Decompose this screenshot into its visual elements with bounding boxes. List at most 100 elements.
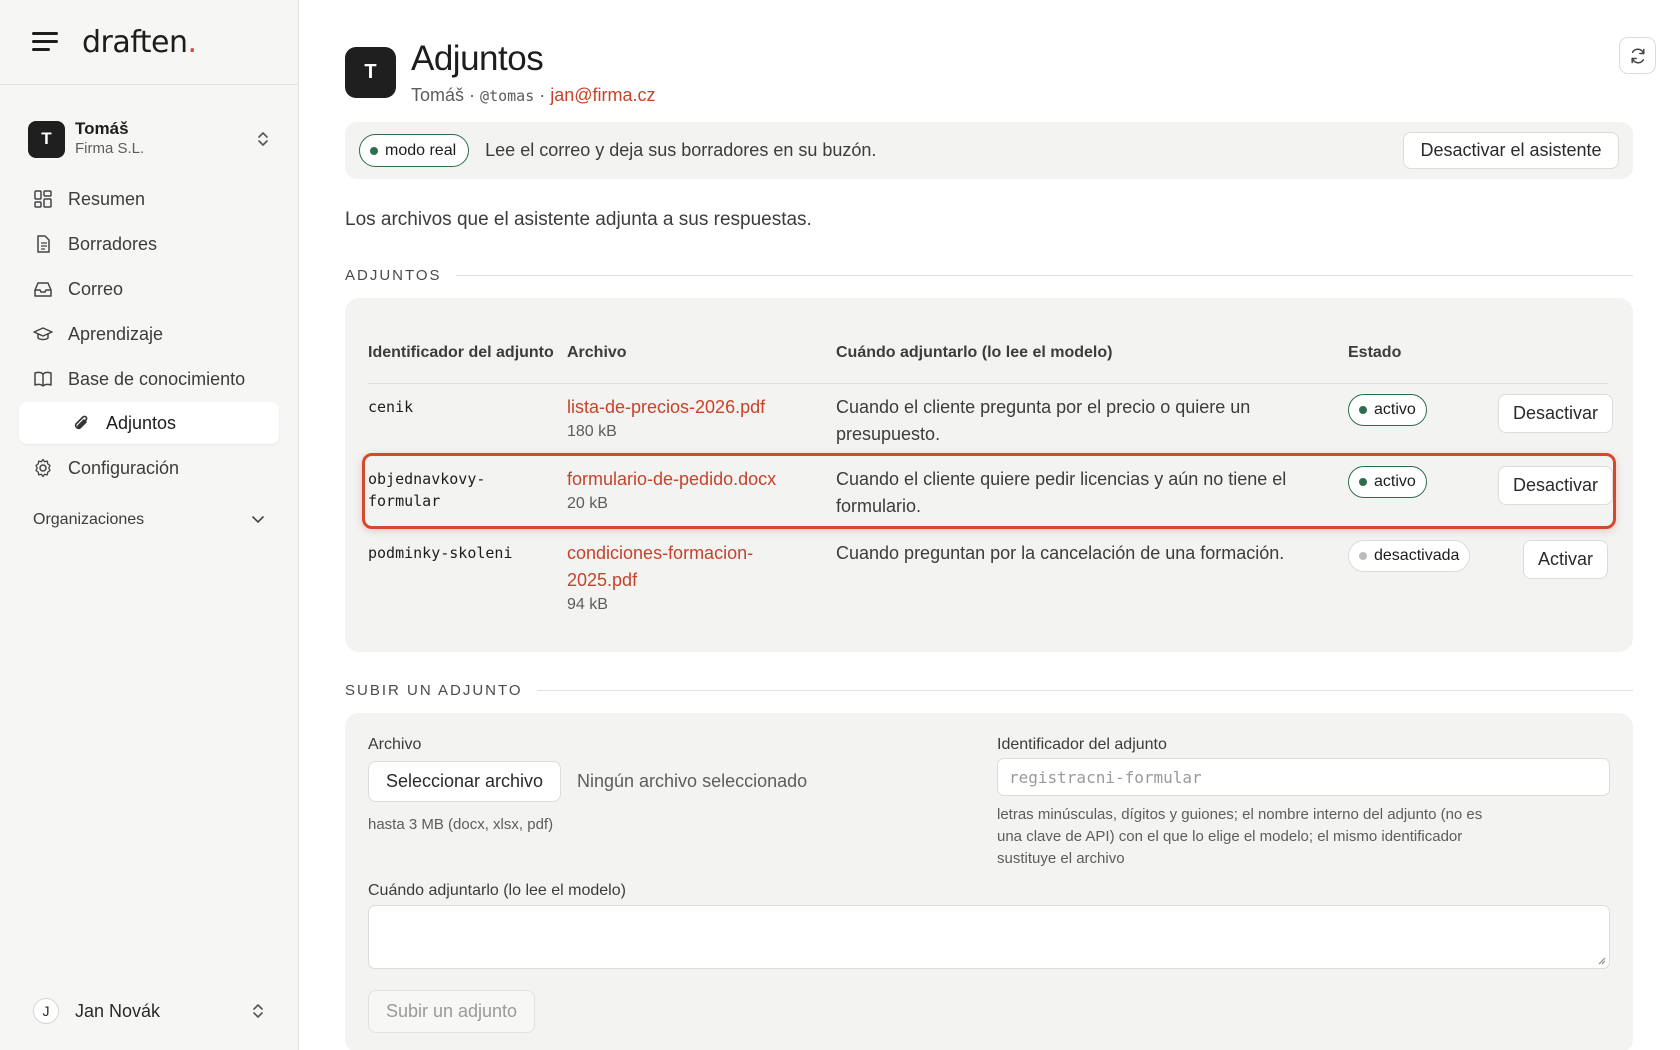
inbox-icon [34,282,52,297]
sidebar: draften. T Tomáš Firma S.L. Resumen Borr… [0,0,299,1050]
file-size: 180 kB [567,423,617,440]
refresh-button[interactable] [1619,37,1656,74]
file-link[interactable]: condiciones-formacion-2025.pdf [567,540,777,594]
activate-button[interactable]: Activar [1522,540,1608,579]
attach-condition: Cuando el cliente quiere pedir licencias… [836,469,1287,516]
avatar: T [345,47,396,98]
status-dot [370,146,378,155]
logo: draften. [82,24,197,60]
file-link[interactable]: lista-de-precios-2026.pdf [567,394,836,421]
gear-icon [35,458,51,478]
column-header-file: Archivo [567,343,627,361]
sidebar-item-label: Borradores [68,233,158,254]
attach-condition: Cuando el cliente pregunta por el precio… [836,397,1251,444]
upload-section-header: SUBIR UN ADJUNTO [345,682,1633,699]
app-window: draften. T Tomáš Firma S.L. Resumen Borr… [0,0,1680,1050]
menu-icon[interactable] [32,32,58,52]
status-badge: desactivada [1348,540,1471,572]
banner-text: Lee el correo y deja sus borradores en s… [485,140,877,160]
chevron-down-icon [252,516,264,524]
sidebar-item-label: Adjuntos [106,412,177,433]
org-company: Firma S.L. [75,140,145,157]
document-icon [37,235,50,253]
user-switcher[interactable]: J Jan Novák [33,996,265,1026]
sidebar-item-adjuntos[interactable]: Adjuntos [19,402,279,444]
table-row: podminky-skoleni condiciones-formacion-2… [368,530,1608,630]
sidebar-nav: Resumen Borradores Correo Aprendizaje Ba… [0,177,298,490]
divider [536,690,1633,691]
graduation-cap-icon [33,327,53,341]
deactivate-button[interactable]: Desactivar [1498,466,1614,505]
column-header-ident: Identificador del adjunto [368,343,554,361]
dashboard-icon [34,190,52,208]
submit-upload-button[interactable]: Subir un adjunto [368,990,535,1033]
sidebar-item-base-conocimiento[interactable]: Base de conocimiento [19,357,279,401]
attachment-ident: podminky-skoleni [368,544,513,562]
when-label: Cuándo adjuntarlo (lo lee el modelo) [368,882,626,899]
file-size: 94 kB [567,596,608,613]
sidebar-item-aprendizaje[interactable]: Aprendizaje [19,312,279,356]
deactivate-assistant-button[interactable]: Desactivar el asistente [1403,132,1619,169]
attachment-ident: cenik [368,398,414,416]
org-switcher[interactable]: T Tomáš Firma S.L. [0,117,298,161]
page-title: Adjuntos [411,39,544,78]
divider [455,275,1633,276]
table-row: objednavkovy-formular formulario-de-pedi… [362,453,1616,530]
org-name: Tomáš [75,119,129,138]
section-title: SUBIR UN ADJUNTO [345,682,523,699]
organizations-section-toggle[interactable]: Organizaciones [0,508,298,532]
separator: · [539,85,546,105]
sidebar-item-borradores[interactable]: Borradores [19,222,279,266]
chevron-up-down-icon [253,1004,263,1018]
attachments-section-header: ADJUNTOS [345,267,1633,284]
table-row: cenik lista-de-precios-2026.pdf 180 kB C… [368,384,1614,456]
ident-input[interactable]: registracni-formular [997,758,1610,796]
section-label: Organizaciones [33,511,145,528]
sidebar-item-label: Base de conocimiento [68,368,246,389]
table-header: Identificador del adjunto Archivo Cuándo… [368,322,1608,384]
status-badge: activo [1348,466,1427,498]
refresh-icon [1630,48,1645,63]
sidebar-item-correo[interactable]: Correo [19,267,279,311]
select-file-button[interactable]: Seleccionar archivo [368,761,561,802]
assistant-status-banner: modo real Lee el correo y deja sus borra… [345,122,1633,179]
deactivate-button[interactable]: Desactivar [1498,394,1614,433]
account-name: Tomáš [411,85,465,105]
sidebar-item-label: Aprendizaje [68,323,164,344]
section-title: ADJUNTOS [345,267,442,284]
account-email[interactable]: jan@firma.cz [550,85,655,105]
column-header-status: Estado [1348,343,1402,361]
sidebar-item-resumen[interactable]: Resumen [19,177,279,221]
paperclip-icon [74,415,88,430]
when-textarea[interactable] [368,905,1610,969]
selected-file-text: Ningún archivo seleccionado [577,771,808,791]
ident-label: Identificador del adjunto [997,736,1167,753]
book-icon [34,371,52,387]
sidebar-item-label: Resumen [68,188,146,209]
status-badge: activo [1348,394,1427,426]
attachments-card: Identificador del adjunto Archivo Cuándo… [345,298,1633,652]
page-header: T Adjuntos Tomáš · @tomas · jan@firma.cz [345,0,1680,107]
brand-bar: draften. [0,0,298,85]
resize-handle-icon[interactable] [1596,955,1606,965]
file-link[interactable]: formulario-de-pedido.docx [567,466,836,493]
chevron-up-down-icon [258,132,268,146]
separator: · [469,85,476,105]
mode-label: modo real [385,141,457,159]
mode-badge: modo real [359,134,470,167]
file-hint: hasta 3 MB (docx, xlsx, pdf) [368,816,554,833]
sidebar-item-label: Configuración [68,457,180,478]
page-description: Los archivos que el asistente adjunta a … [345,209,812,230]
upload-form: Archivo Seleccionar archivo Ningún archi… [345,713,1633,1050]
account-meta: Tomáš · @tomas · jan@firma.cz [411,84,656,107]
sidebar-item-label: Correo [68,278,124,299]
org-avatar: T [28,120,65,158]
user-name: Jan Novák [75,1000,161,1021]
attachments-table: Identificador del adjunto Archivo Cuándo… [362,322,1616,630]
main-content: T Adjuntos Tomáš · @tomas · jan@firma.cz… [299,0,1680,1050]
sidebar-item-configuracion[interactable]: Configuración [19,446,279,490]
file-label: Archivo [368,736,422,753]
avatar: J [33,998,59,1024]
column-header-when: Cuándo adjuntarlo (lo lee el modelo) [836,343,1113,361]
attachment-ident: objednavkovy-formular [368,470,486,510]
